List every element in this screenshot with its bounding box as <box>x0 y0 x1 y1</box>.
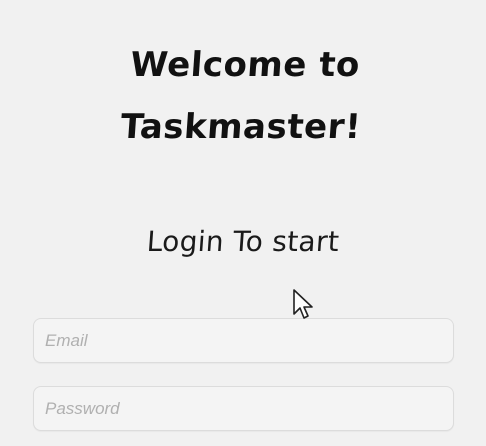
welcome-heading-line-2: Taskmaster! <box>119 107 363 147</box>
welcome-heading-line-1: Welcome to <box>129 45 362 85</box>
welcome-heading: Welcome to Taskmaster! <box>0 34 486 158</box>
login-subtitle: Login To start <box>145 225 341 258</box>
password-field[interactable] <box>34 387 453 430</box>
email-field[interactable] <box>34 319 453 362</box>
pointer-arrow-icon <box>293 289 313 319</box>
password-field-container[interactable] <box>33 386 454 431</box>
email-field-container[interactable] <box>33 318 454 363</box>
login-screen: Welcome to Taskmaster! Login To start <box>0 0 486 446</box>
